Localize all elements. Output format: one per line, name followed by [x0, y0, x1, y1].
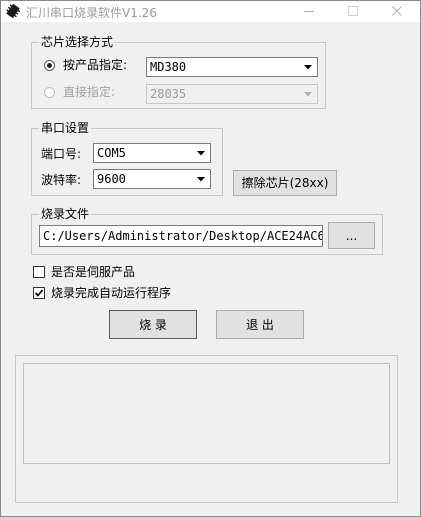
- burn-file-path-value: C:/Users/Administrator/Desktop/ACE24AC6: [43, 229, 323, 243]
- client-area: 芯片选择方式 按产品指定: MD380 直接指定: 28035 串口设置 端口号…: [1, 22, 420, 516]
- chevron-down-icon: [304, 92, 312, 97]
- baud-select-value: 9600: [97, 172, 126, 186]
- minimize-icon: [304, 11, 314, 12]
- burn-file-legend: 烧录文件: [39, 206, 92, 222]
- chip-select-legend: 芯片选择方式: [39, 34, 116, 50]
- port-label: 端口号:: [41, 147, 82, 161]
- checkmark-icon: [34, 289, 44, 297]
- by-product-radio[interactable]: [44, 60, 55, 71]
- minimize-button[interactable]: [288, 1, 332, 22]
- app-window: 汇川串口烧录软件V1.26 芯片选择方式 按产品指定: MD380 直接指定: …: [0, 0, 421, 517]
- log-group: [15, 355, 398, 503]
- exit-button[interactable]: 退 出: [216, 310, 304, 339]
- chevron-down-icon: [197, 151, 205, 156]
- chevron-down-icon: [304, 65, 312, 70]
- browse-label: ...: [345, 228, 358, 243]
- product-select-value: MD380: [150, 60, 187, 74]
- product-select[interactable]: MD380: [146, 57, 318, 77]
- direct-select[interactable]: 28035: [146, 84, 318, 104]
- auto-run-label[interactable]: 烧录完成自动运行程序: [51, 285, 171, 301]
- auto-run-checkbox[interactable]: [33, 287, 45, 299]
- browse-button[interactable]: ...: [328, 222, 375, 249]
- servo-checkbox[interactable]: [33, 266, 45, 278]
- baud-label: 波特率:: [41, 173, 82, 187]
- erase-chip-button[interactable]: 擦除芯片(28xx): [233, 170, 337, 196]
- chip-select-group: 芯片选择方式 按产品指定: MD380 直接指定: 28035: [31, 34, 326, 109]
- maximize-icon: [348, 6, 358, 16]
- window-title: 汇川串口烧录软件V1.26: [26, 6, 157, 20]
- burn-button[interactable]: 烧 录: [109, 310, 197, 339]
- close-button[interactable]: [376, 1, 420, 22]
- serial-settings-legend: 串口设置: [39, 120, 92, 136]
- servo-label[interactable]: 是否是伺服产品: [51, 264, 135, 280]
- burn-file-path-field[interactable]: C:/Users/Administrator/Desktop/ACE24AC6: [39, 225, 323, 247]
- burn-file-group: 烧录文件 C:/Users/Administrator/Desktop/ACE2…: [31, 206, 383, 255]
- exit-label: 退 出: [246, 317, 274, 332]
- port-select-value: COM5: [97, 146, 126, 160]
- direct-select-value: 28035: [150, 87, 187, 101]
- chevron-down-icon: [197, 177, 205, 182]
- by-product-label[interactable]: 按产品指定:: [63, 57, 127, 73]
- direct-label[interactable]: 直接指定:: [63, 84, 115, 100]
- maximize-button[interactable]: [332, 1, 376, 22]
- log-output[interactable]: [23, 363, 390, 464]
- close-icon: [392, 6, 402, 16]
- app-icon: [6, 4, 20, 18]
- direct-radio[interactable]: [44, 87, 55, 98]
- serial-settings-group: 串口设置 端口号: COM5 波特率: 9600: [31, 120, 223, 196]
- title-bar[interactable]: 汇川串口烧录软件V1.26: [1, 1, 420, 22]
- port-select[interactable]: COM5: [93, 143, 211, 163]
- burn-label: 烧 录: [139, 317, 167, 332]
- baud-select[interactable]: 9600: [93, 169, 211, 189]
- erase-chip-label: 擦除芯片(28xx): [241, 176, 329, 190]
